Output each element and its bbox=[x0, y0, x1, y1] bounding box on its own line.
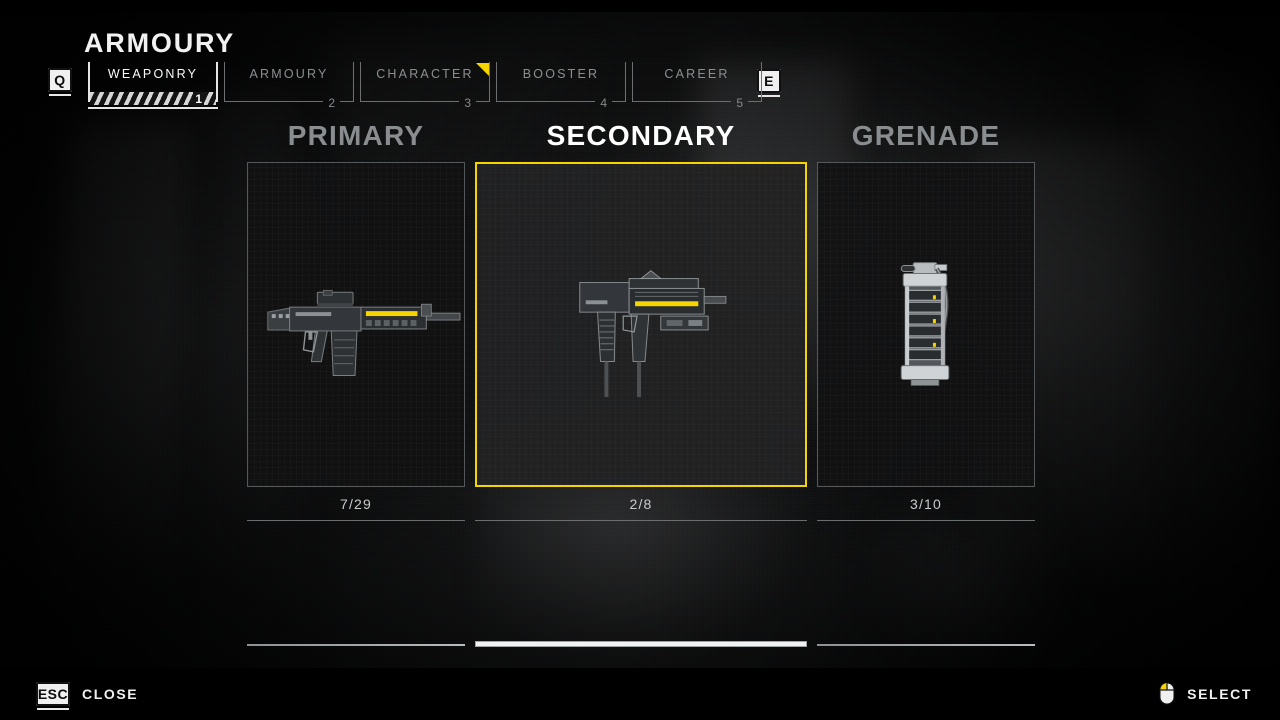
hint-close-label: CLOSE bbox=[82, 686, 139, 702]
mouse-left-click-icon bbox=[1159, 682, 1176, 705]
tab-bracket-right bbox=[216, 62, 218, 102]
tab-armoury[interactable]: ARMOURY 2 bbox=[224, 62, 354, 110]
page-title: ARMOURY bbox=[84, 28, 236, 58]
tab-rail: 2 bbox=[224, 96, 354, 110]
tab-label: BOOSTER bbox=[522, 67, 600, 81]
loadout-column-primary: PRIMARY 7/29 bbox=[247, 120, 465, 651]
tab-underline bbox=[88, 107, 218, 109]
tab-index: 4 bbox=[600, 95, 607, 110]
scroll-track[interactable] bbox=[475, 641, 807, 647]
tab-rail-segment bbox=[224, 101, 324, 102]
tab-rail: 3 bbox=[360, 96, 490, 110]
tab-bracket-right bbox=[353, 62, 354, 102]
tab-rail-segment bbox=[360, 101, 460, 102]
tab-bracket-left bbox=[224, 62, 225, 102]
tab-rail-segment bbox=[612, 101, 626, 102]
hint-bar: ESC CLOSE SELECT bbox=[0, 668, 1280, 720]
slot-secondary[interactable] bbox=[475, 162, 807, 487]
tab-bracket-left bbox=[632, 62, 633, 102]
scroll-indicator bbox=[475, 641, 807, 647]
tab-rail-segment bbox=[476, 101, 490, 102]
slot-grenade[interactable] bbox=[817, 162, 1035, 487]
hint-select-label: SELECT bbox=[1187, 685, 1252, 702]
tab-index: 3 bbox=[464, 95, 471, 110]
grenade-icon bbox=[900, 262, 950, 386]
tab-rail-segment bbox=[748, 101, 762, 102]
submachine-gun-icon bbox=[579, 270, 727, 398]
tab-bracket-left bbox=[360, 62, 361, 102]
slot-primary[interactable] bbox=[247, 162, 465, 487]
letterbox-top bbox=[0, 0, 1280, 12]
loadout-columns: PRIMARY 7/29 SECONDARY 2/8 GRENADE 3/10 bbox=[247, 120, 1035, 651]
armoury-screen: ARMOURY Q E WEAPONRY 1 ARMOURY 2 CHARACT… bbox=[0, 0, 1280, 720]
tab-rail: 4 bbox=[496, 96, 626, 110]
tab-label: ARMOURY bbox=[249, 67, 329, 81]
tab-index: 1 bbox=[193, 91, 204, 106]
tab-rail: 5 bbox=[632, 96, 762, 110]
ammo-count: 7/29 bbox=[339, 496, 373, 512]
esc-key-icon: ESC bbox=[36, 682, 70, 710]
notification-flag-icon bbox=[476, 63, 489, 76]
assault-rifle-icon bbox=[267, 289, 461, 377]
tab-label: CAREER bbox=[664, 67, 730, 81]
loadout-column-grenade: GRENADE 3/10 bbox=[817, 120, 1035, 651]
tab-index: 2 bbox=[328, 95, 335, 110]
tab-rail-segment bbox=[340, 101, 354, 102]
scroll-indicator bbox=[247, 644, 465, 646]
prev-tab-key[interactable]: Q bbox=[48, 68, 72, 96]
slot-lower-area bbox=[817, 521, 1035, 651]
ammo-count: 2/8 bbox=[629, 496, 653, 512]
tab-bracket-right bbox=[625, 62, 626, 102]
hint-select[interactable]: SELECT bbox=[1159, 682, 1252, 705]
tab-label: CHARACTER bbox=[376, 67, 474, 81]
tab-character[interactable]: CHARACTER 3 bbox=[360, 62, 490, 110]
slot-lower-area bbox=[247, 521, 465, 651]
tab-progress-hatch: 1 bbox=[90, 91, 216, 106]
q-key-icon: Q bbox=[48, 68, 72, 96]
tab-bracket-left bbox=[496, 62, 497, 102]
scroll-indicator bbox=[817, 644, 1035, 646]
tab-index: 5 bbox=[736, 95, 743, 110]
tab-bar: WEAPONRY 1 ARMOURY 2 CHARACTER 3 BOOSTER… bbox=[88, 62, 762, 110]
slot-lower-area bbox=[475, 521, 807, 651]
category-title: PRIMARY bbox=[287, 120, 425, 151]
tab-bracket-right bbox=[489, 62, 490, 102]
tab-booster[interactable]: BOOSTER 4 bbox=[496, 62, 626, 110]
loadout-column-secondary: SECONDARY 2/8 bbox=[475, 120, 807, 651]
tab-career[interactable]: CAREER 5 bbox=[632, 62, 762, 110]
scroll-track[interactable] bbox=[247, 644, 465, 648]
hint-close[interactable]: ESC CLOSE bbox=[36, 682, 139, 710]
tab-rail-segment bbox=[632, 101, 732, 102]
scroll-track[interactable] bbox=[817, 644, 1035, 648]
tab-rail-segment bbox=[496, 101, 596, 102]
category-title: GRENADE bbox=[851, 120, 1001, 151]
tab-label: WEAPONRY bbox=[107, 67, 199, 81]
category-title: SECONDARY bbox=[546, 120, 736, 151]
tab-weaponry[interactable]: WEAPONRY 1 bbox=[88, 62, 218, 109]
ammo-count: 3/10 bbox=[909, 496, 943, 512]
tab-bracket-right bbox=[761, 62, 762, 102]
